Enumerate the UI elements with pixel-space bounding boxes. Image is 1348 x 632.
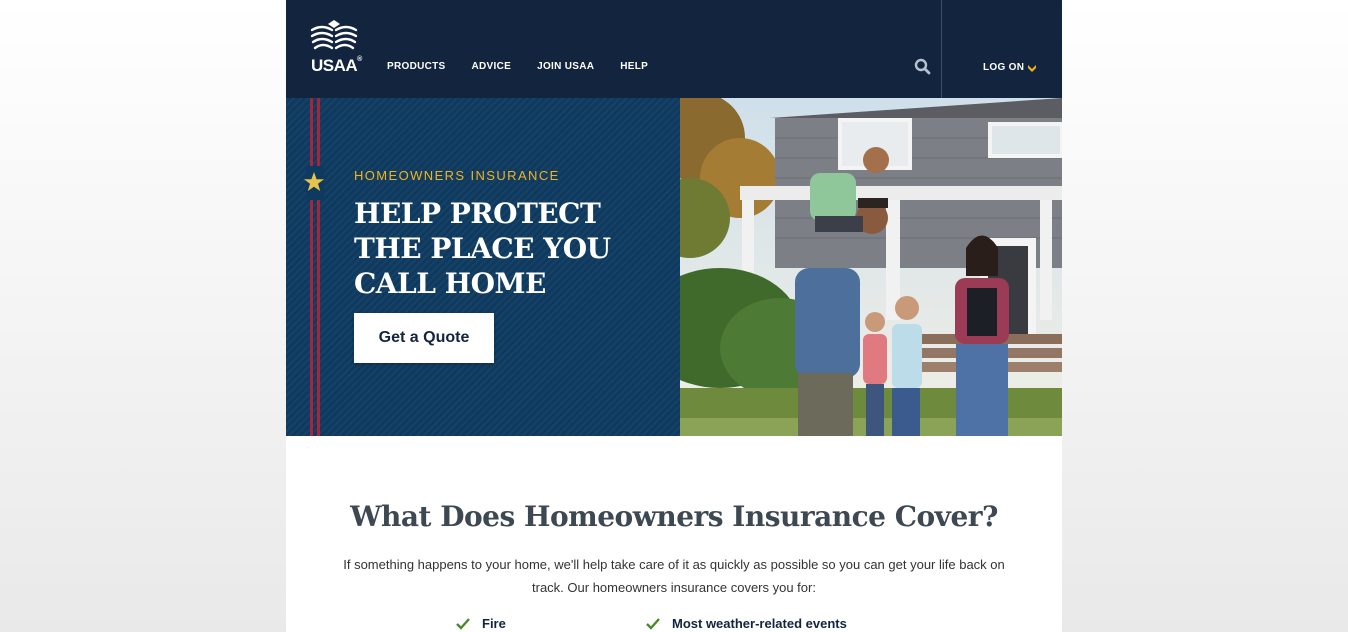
checkmark-icon [646,617,660,630]
coverage-title: What Does Homeowners Insurance Cover? [350,500,998,533]
hero-family-photo [680,98,1062,436]
site-header: USAA® PRODUCTS ADVICE JOIN USAA HELP LOG… [286,0,1062,98]
coverage-item-label: Fire [482,616,506,631]
list-item: Fire [456,616,646,631]
list-item: Most weather-related events [646,616,847,631]
log-on-button[interactable]: LOG ON [983,62,1037,73]
hero-stripe [310,98,313,436]
brand-name: USAA [311,56,358,75]
coverage-item-label: Most weather-related events [672,616,847,631]
checkmark-icon [456,617,470,630]
nav-advice[interactable]: ADVICE [472,61,512,72]
hero-eyebrow: HOMEOWNERS INSURANCE [354,168,560,183]
coverage-list: Fire Most weather-related events [456,616,847,631]
hero-headline: HELP PROTECT THE PLACE YOU CALL HOME [354,197,611,300]
nav-help[interactable]: HELP [620,61,648,72]
nav-join-usaa[interactable]: JOIN USAA [537,61,594,72]
hero-panel: HOMEOWNERS INSURANCE HELP PROTECT THE PL… [286,98,680,436]
star-icon [304,172,324,191]
usaa-logo[interactable]: USAA® [310,20,362,76]
coverage-description: If something happens to your home, we'll… [343,557,1005,595]
log-on-label: LOG ON [983,62,1025,73]
primary-nav: PRODUCTS ADVICE JOIN USAA HELP [387,61,648,72]
get-a-quote-button[interactable]: Get a Quote [354,313,494,363]
nav-products[interactable]: PRODUCTS [387,61,446,72]
header-divider [941,0,942,98]
page: USAA® PRODUCTS ADVICE JOIN USAA HELP LOG… [286,0,1062,632]
chevron-down-icon [1028,64,1037,72]
hero-stripe [317,98,320,436]
search-button[interactable] [913,57,933,77]
eagle-icon [310,20,358,50]
search-icon [914,58,931,75]
registered-mark: ® [357,56,362,64]
